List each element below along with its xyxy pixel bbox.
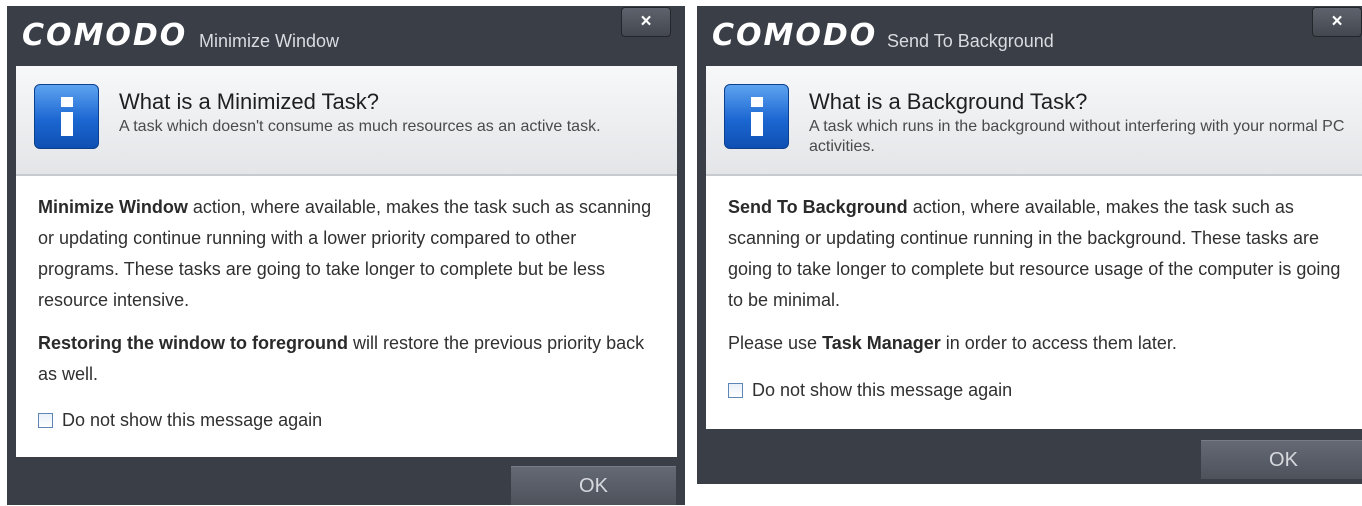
header-title: What is a Background Task? [809, 89, 1088, 114]
close-button[interactable]: × [621, 7, 671, 37]
info-header: What is a Background Task? A task which … [706, 66, 1362, 176]
dont-show-again-label[interactable]: Do not show this message again [752, 380, 1012, 401]
action-name: Send To Background [728, 197, 908, 217]
header-title: What is a Minimized Task? [119, 89, 380, 114]
restore-paragraph: Restoring the window to foreground will … [38, 328, 658, 390]
header-subtitle: A task which runs in the background with… [809, 118, 1345, 155]
send-to-background-dialog: COMODO Send To Background × What is a Ba… [697, 6, 1362, 484]
action-name: Minimize Window [38, 197, 188, 217]
titlebar: COMODO Minimize Window × [7, 6, 685, 66]
restore-emphasis: Restoring the window to foreground [38, 333, 348, 353]
dont-show-again-label[interactable]: Do not show this message again [62, 410, 322, 431]
ok-button[interactable]: OK [1201, 440, 1362, 479]
info-header: What is a Minimized Task? A task which d… [16, 66, 677, 176]
window-title: Send To Background [887, 31, 1054, 51]
description-paragraph: Minimize Window action, where available,… [38, 192, 658, 316]
minimize-window-dialog: COMODO Minimize Window × What is a Minim… [7, 6, 685, 505]
ok-button[interactable]: OK [511, 466, 676, 505]
content-panel: What is a Background Task? A task which … [706, 66, 1362, 429]
info-icon [34, 84, 99, 149]
dont-show-again-row[interactable]: Do not show this message again [728, 380, 1012, 401]
task-manager-emphasis: Task Manager [822, 333, 941, 353]
close-button[interactable]: × [1312, 7, 1362, 37]
comodo-logo: COMODO [22, 18, 188, 53]
dont-show-again-checkbox[interactable] [38, 413, 53, 428]
close-icon: × [1331, 11, 1343, 32]
content-panel: What is a Minimized Task? A task which d… [16, 66, 677, 457]
dont-show-again-row[interactable]: Do not show this message again [38, 410, 322, 431]
task-manager-paragraph: Please use Task Manager in order to acce… [728, 328, 1348, 359]
description-paragraph: Send To Background action, where availab… [728, 192, 1348, 316]
header-subtitle: A task which doesn't consume as much res… [119, 118, 601, 135]
task-manager-prefix: Please use [728, 333, 823, 353]
titlebar: COMODO Send To Background × [697, 6, 1362, 66]
task-manager-text: in order to access them later. [940, 333, 1177, 353]
info-icon [724, 84, 789, 149]
dont-show-again-checkbox[interactable] [728, 383, 743, 398]
comodo-logo: COMODO [712, 18, 878, 53]
window-title: Minimize Window [199, 31, 340, 51]
close-icon: × [640, 11, 652, 32]
